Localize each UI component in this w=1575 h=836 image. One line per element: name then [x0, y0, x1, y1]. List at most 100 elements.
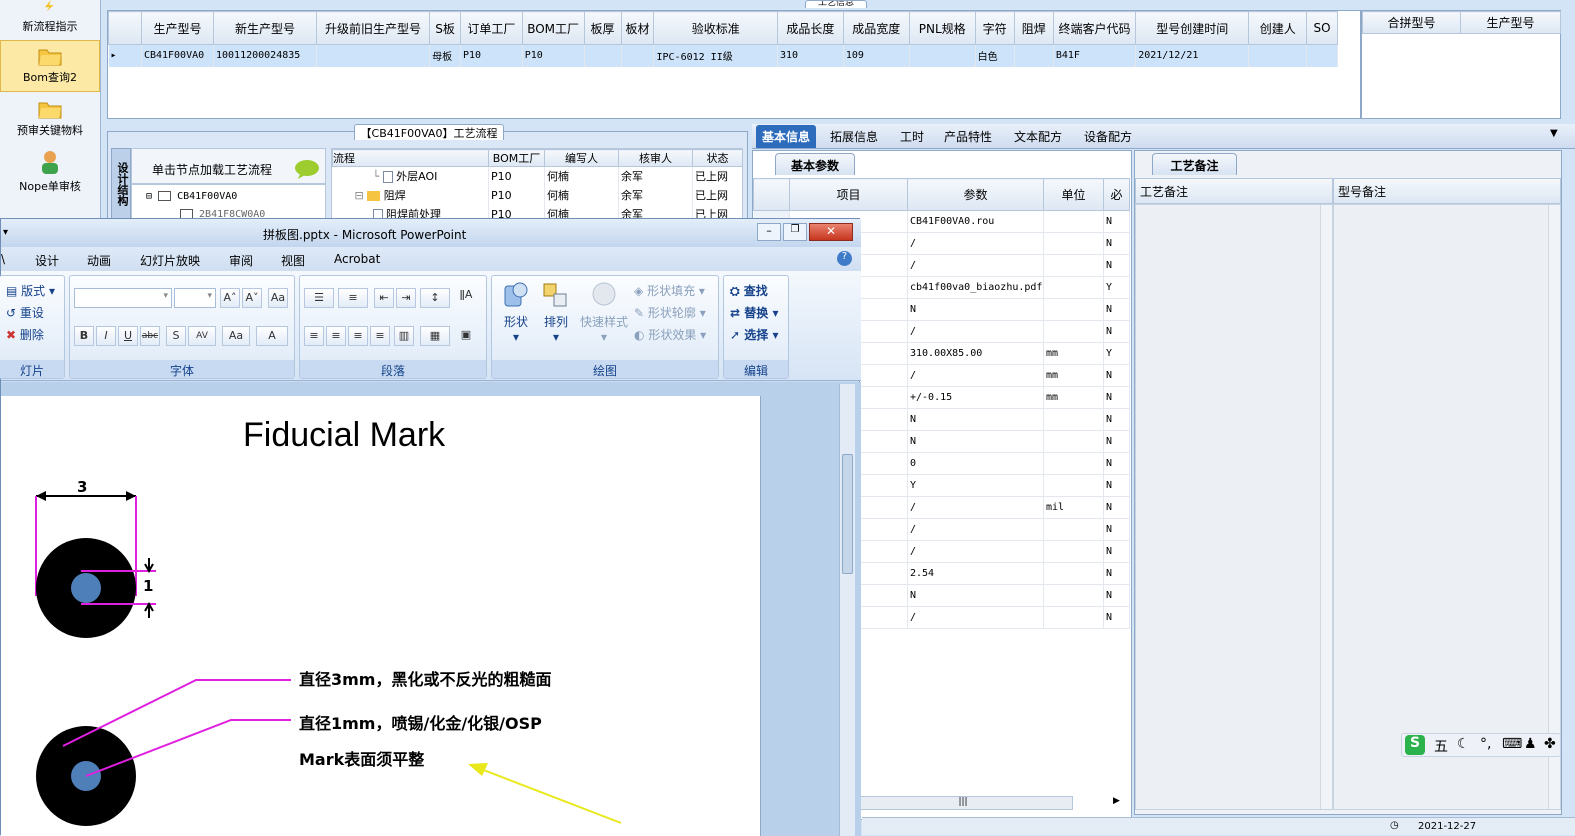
keyboard-icon[interactable]: ⌨: [1502, 736, 1522, 752]
callout-text[interactable]: 直径3mm，黑化或不反光的粗糙面: [299, 666, 551, 690]
tab-basic-info[interactable]: 基本信息: [756, 125, 817, 148]
tree-node[interactable]: ⊟ CB41F00VA0: [146, 191, 237, 202]
shadow-icon[interactable]: S: [166, 326, 186, 346]
cell-flag[interactable]: Y: [1103, 276, 1130, 299]
tab-basic-params[interactable]: 基本参数: [775, 153, 855, 175]
cell-unit[interactable]: [1043, 276, 1104, 299]
cell-value[interactable]: N: [907, 298, 1044, 321]
col-header[interactable]: 型号创建时间: [1135, 11, 1250, 45]
reset-button[interactable]: ↺ 重设: [6, 304, 44, 321]
align-right-icon[interactable]: ≡: [348, 326, 368, 346]
cell-flag[interactable]: N: [1103, 298, 1130, 321]
bold-icon[interactable]: B: [74, 326, 94, 346]
cell-value[interactable]: N: [907, 430, 1044, 453]
scroll-right-icon[interactable]: ▶: [1113, 796, 1120, 806]
cell-value[interactable]: CB41F00VA0.rou: [907, 210, 1044, 233]
line-spacing-icon[interactable]: ↕: [420, 288, 450, 308]
cell[interactable]: 母板: [429, 44, 461, 67]
cell-flag[interactable]: N: [1103, 518, 1130, 541]
select-button[interactable]: ➚ 选择 ▾: [730, 326, 778, 343]
cell[interactable]: [909, 44, 976, 67]
decrease-indent-icon[interactable]: ⇤: [374, 288, 394, 308]
char-spacing-icon[interactable]: AV: [188, 326, 216, 346]
cell-flag[interactable]: N: [1103, 452, 1130, 475]
cell-unit[interactable]: [1043, 430, 1104, 453]
italic-icon[interactable]: I: [96, 326, 116, 346]
cell-flag[interactable]: N: [1103, 408, 1130, 431]
help-icon[interactable]: ?: [837, 251, 852, 266]
cell-unit[interactable]: [1043, 320, 1104, 343]
col-header[interactable]: 单位: [1043, 178, 1104, 211]
col-header[interactable]: SO: [1306, 11, 1338, 45]
cell-flag[interactable]: N: [1103, 584, 1130, 607]
ribbon-tab-review[interactable]: 审阅: [229, 252, 253, 269]
slide-canvas[interactable]: Fiducial Mark 3 1 直径3mm，黑化或不反光的粗糙面 直径1mm…: [1, 396, 761, 836]
callout-text[interactable]: 直径1mm，喷锡/化金/化银/OSP: [299, 710, 542, 734]
cell-flag[interactable]: Y: [1103, 342, 1130, 365]
col-header[interactable]: 项目: [789, 178, 908, 211]
cell[interactable]: 310: [777, 44, 844, 67]
cell-value[interactable]: N: [907, 584, 1044, 607]
cell[interactable]: 10011200024835: [213, 44, 317, 67]
font-color-icon[interactable]: A: [256, 326, 288, 346]
ime-toolbar[interactable]: S 五 ☾ °, ⌨ ♟ ✤: [1401, 733, 1561, 757]
table-row[interactable]: └ 外层AOI P10 何楠 余军 已上网: [332, 166, 742, 186]
cell-flag[interactable]: N: [1103, 232, 1130, 255]
col-header[interactable]: 编写人: [544, 149, 619, 167]
moon-icon[interactable]: ☾: [1457, 736, 1470, 752]
cell-flag[interactable]: N: [1103, 430, 1130, 453]
col-header[interactable]: 状态: [692, 149, 742, 167]
cell-unit[interactable]: mil: [1043, 496, 1104, 519]
cell-value[interactable]: 2.54: [907, 562, 1044, 585]
col-header[interactable]: BOM工厂: [488, 149, 545, 167]
ime-mode[interactable]: 五: [1434, 736, 1448, 756]
cell-flag[interactable]: N: [1103, 254, 1130, 277]
layout-button[interactable]: ▤ 版式 ▾: [6, 282, 55, 299]
tab-extended-info[interactable]: 拓展信息: [830, 128, 878, 145]
strikethrough-icon[interactable]: abc: [140, 326, 160, 346]
cell-value[interactable]: Y: [907, 474, 1044, 497]
increase-indent-icon[interactable]: ⇥: [396, 288, 416, 308]
restore-button[interactable]: ❐: [783, 223, 807, 241]
col-header[interactable]: 订单工厂: [460, 11, 523, 45]
col-header[interactable]: 板厚: [583, 11, 622, 45]
cell-value[interactable]: /: [907, 540, 1044, 563]
cell-value[interactable]: /: [907, 320, 1044, 343]
col-header[interactable]: 终端客户代码: [1052, 11, 1137, 45]
cell-unit[interactable]: mm: [1043, 386, 1104, 409]
cell-unit[interactable]: [1043, 474, 1104, 497]
shapes-button[interactable]: 形状 ▾: [498, 280, 534, 344]
ribbon-tab-design[interactable]: 设计: [35, 252, 59, 269]
cell-value[interactable]: +/-0.15: [907, 386, 1044, 409]
cell-unit[interactable]: [1043, 540, 1104, 563]
cell-unit[interactable]: [1043, 254, 1104, 277]
tab-equipment-recipe[interactable]: 设备配方: [1084, 128, 1132, 145]
font-size-combo[interactable]: ▾: [174, 288, 216, 308]
bullets-icon[interactable]: ☰: [304, 288, 334, 308]
vertical-scrollbar[interactable]: [1320, 205, 1332, 809]
close-button[interactable]: ✕: [809, 223, 853, 241]
shape-fill-button[interactable]: ◈ 形状填充 ▾: [634, 282, 705, 299]
col-header[interactable]: 创建人: [1248, 11, 1308, 45]
grid-icon[interactable]: ✤: [1544, 736, 1556, 752]
tab-process-notes[interactable]: 工艺备注: [1152, 153, 1237, 175]
cell[interactable]: [1306, 44, 1338, 67]
col-header[interactable]: 流程: [332, 149, 489, 167]
cell-flag[interactable]: N: [1103, 562, 1130, 585]
quick-style-button[interactable]: 快速样式 ▾: [578, 280, 630, 344]
cell-unit[interactable]: [1043, 562, 1104, 585]
cell-unit[interactable]: [1043, 452, 1104, 475]
col-header[interactable]: 板材: [620, 11, 655, 45]
cell-unit[interactable]: [1043, 298, 1104, 321]
col-header[interactable]: BOM工厂: [521, 11, 585, 45]
table-row[interactable]: ⊟ 阻焊 P10 何楠 余军 已上网: [332, 185, 742, 205]
cell[interactable]: [1248, 44, 1308, 67]
ribbon-tab-view[interactable]: 视图: [281, 252, 305, 269]
tab-process-info[interactable]: 工艺信息: [805, 0, 867, 8]
underline-icon[interactable]: U: [118, 326, 138, 346]
cell[interactable]: [584, 44, 622, 67]
clear-format-icon[interactable]: Aa: [268, 288, 288, 308]
col-header[interactable]: 生产型号: [140, 11, 214, 45]
find-button[interactable]: ⛭ 查找: [730, 282, 768, 299]
align-center-icon[interactable]: ≡: [326, 326, 346, 346]
